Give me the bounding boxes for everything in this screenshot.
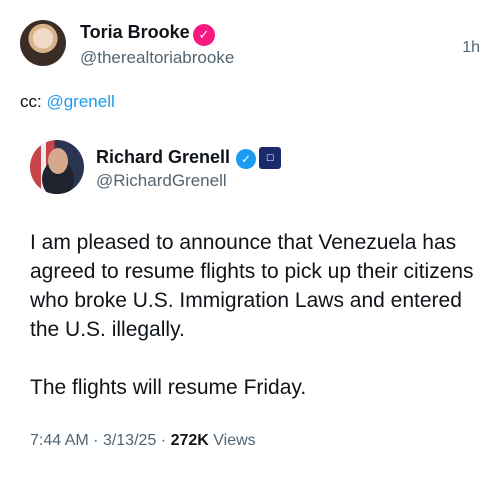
richard-handle[interactable]: @RichardGrenell (96, 171, 227, 191)
tweet-time[interactable]: 1h (462, 39, 480, 57)
verified-icon: ✓ (193, 24, 215, 46)
tweet-date[interactable]: 3/13/25 (103, 432, 156, 449)
richard-avatar[interactable] (30, 140, 84, 194)
views-label: Views (213, 432, 256, 449)
tweet-paragraph: I am pleased to announce that Venezuela … (30, 231, 474, 341)
views-count: 272K (170, 432, 209, 449)
mention-link[interactable]: @grenell (46, 92, 114, 111)
tweet-paragraph: The flights will resume Friday. (30, 376, 307, 399)
tweet-screenshot: Toria Brooke ✓ @therealtoriabrooke 1h cc… (0, 0, 500, 485)
toria-handle[interactable]: @therealtoriabrooke (80, 48, 234, 68)
quote-text: cc: @grenell (20, 92, 115, 112)
tweet-body: I am pleased to announce that Venezuela … (30, 228, 475, 431)
toria-avatar[interactable] (20, 20, 66, 66)
verified-icon: ✓ (236, 149, 256, 169)
richard-name[interactable]: Richard Grenell (96, 147, 230, 168)
affiliate-badge-icon: ☐ (259, 147, 281, 169)
tweet-meta: 7:44 AM · 3/13/25 · 272K Views (30, 432, 256, 449)
cc-prefix: cc: (20, 92, 42, 111)
toria-name[interactable]: Toria Brooke (80, 22, 190, 43)
tweet-time[interactable]: 7:44 AM (30, 432, 89, 449)
